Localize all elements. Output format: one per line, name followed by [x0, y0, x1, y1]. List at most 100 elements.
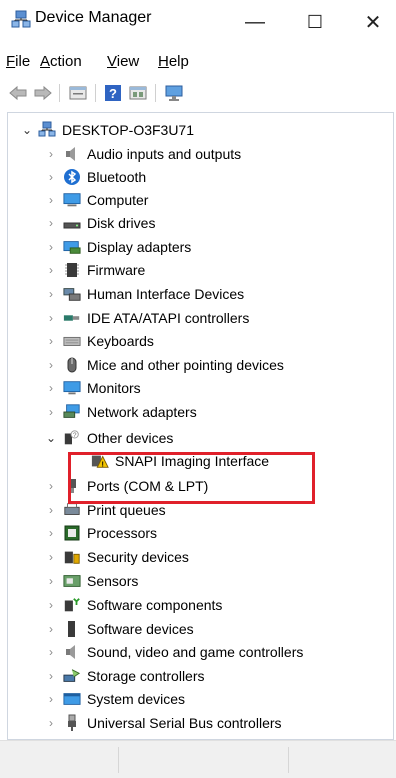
chevron-right-icon[interactable]: ›: [44, 479, 58, 493]
tree-item-processors[interactable]: › Processors: [44, 521, 157, 545]
tree-item-snapi-imaging-interface[interactable]: ! SNAPI Imaging Interface: [86, 449, 269, 473]
tree-root-label: DESKTOP-O3F3U71: [62, 122, 195, 138]
chevron-right-icon[interactable]: ›: [44, 645, 58, 659]
software-component-icon: [63, 596, 81, 614]
tree-item-sensors[interactable]: › Sensors: [44, 569, 138, 593]
tree-item-computer[interactable]: › Computer: [44, 188, 148, 212]
chevron-right-icon[interactable]: ›: [44, 574, 58, 588]
menu-file[interactable]: File: [6, 53, 30, 70]
chevron-right-icon[interactable]: ›: [44, 716, 58, 730]
chevron-right-icon[interactable]: ›: [44, 170, 58, 184]
chevron-right-icon[interactable]: ›: [44, 526, 58, 540]
chevron-right-icon[interactable]: ›: [44, 405, 58, 419]
maximize-button[interactable]: ☐: [292, 0, 338, 44]
tree-item-storage-controllers[interactable]: › Storage controllers: [44, 664, 205, 688]
forward-button[interactable]: [31, 82, 55, 104]
tree-item-keyboards[interactable]: › Keyboards: [44, 329, 154, 353]
disk-drive-icon: [63, 214, 81, 232]
network-adapter-icon: [63, 403, 81, 421]
tree-item-label: Mice and other pointing devices: [87, 357, 284, 373]
tree-item-software-components[interactable]: › Software components: [44, 593, 222, 617]
tree-item-label: System devices: [87, 691, 186, 707]
window-title: Device Manager: [35, 9, 152, 26]
chevron-right-icon[interactable]: ›: [44, 287, 58, 301]
unknown-device-icon: ?: [63, 429, 81, 447]
tree-item-print-queues[interactable]: › Print queues: [44, 498, 166, 522]
update-driver-icon: [129, 86, 147, 100]
menu-action[interactable]: Action: [40, 53, 82, 70]
firmware-icon: [63, 261, 81, 279]
menu-help[interactable]: Help: [158, 53, 189, 70]
help-button[interactable]: ?: [101, 82, 125, 104]
chevron-right-icon[interactable]: ›: [44, 334, 58, 348]
tree-item-label: Storage controllers: [87, 668, 205, 684]
tree-item-hid[interactable]: › Human Interface Devices: [44, 282, 244, 306]
close-button[interactable]: ✕: [350, 0, 396, 44]
tree-item-label: Sensors: [87, 573, 139, 589]
tree-item-software-devices[interactable]: › Software devices: [44, 617, 194, 641]
tree-item-disk-drives[interactable]: › Disk drives: [44, 211, 155, 235]
minimize-button[interactable]: —: [232, 0, 278, 44]
tree-item-system-devices[interactable]: › System devices: [44, 687, 185, 711]
chevron-right-icon[interactable]: ›: [44, 216, 58, 230]
properties-button[interactable]: [66, 82, 90, 104]
chevron-right-icon[interactable]: ›: [44, 311, 58, 325]
device-manager-icon: [10, 9, 32, 31]
tree-item-label: Bluetooth: [87, 169, 147, 185]
tree-item-label: Human Interface Devices: [87, 286, 245, 302]
tree-item-label: Keyboards: [87, 333, 154, 349]
speaker-icon: [63, 145, 81, 163]
chevron-right-icon[interactable]: ›: [44, 147, 58, 161]
chevron-right-icon[interactable]: ›: [44, 692, 58, 706]
chevron-right-icon[interactable]: ›: [44, 240, 58, 254]
security-device-icon: [63, 548, 81, 566]
svg-text:!: !: [101, 459, 103, 468]
scan-hardware-button[interactable]: [162, 82, 186, 104]
chevron-right-icon[interactable]: ›: [44, 622, 58, 636]
chevron-right-icon[interactable]: ›: [44, 263, 58, 277]
tree-item-display-adapters[interactable]: › Display adapters: [44, 235, 191, 259]
tree-item-ports[interactable]: › Ports (COM & LPT): [44, 474, 208, 498]
tree-item-label: Ports (COM & LPT): [87, 478, 209, 494]
tree-item-label: Other devices: [87, 430, 174, 446]
back-button[interactable]: [6, 82, 30, 104]
tree-item-bluetooth[interactable]: › Bluetooth: [44, 165, 146, 189]
tree-item-firmware[interactable]: › Firmware: [44, 258, 145, 282]
menu-bar: File Action View Help: [0, 44, 396, 74]
device-tree[interactable]: ⌄ DESKTOP-O3F3U71 › Audio inputs and out…: [7, 112, 394, 740]
chevron-right-icon[interactable]: ›: [44, 358, 58, 372]
tree-item-ide[interactable]: › IDE ATA/ATAPI controllers: [44, 306, 249, 330]
port-icon: [63, 477, 81, 495]
properties-icon: [69, 86, 87, 100]
update-driver-button[interactable]: [126, 82, 150, 104]
tree-item-monitors[interactable]: › Monitors: [44, 376, 141, 400]
tree-item-label: IDE ATA/ATAPI controllers: [87, 310, 250, 326]
chevron-right-icon[interactable]: ›: [44, 381, 58, 395]
toolbar-separator: [59, 84, 60, 102]
ide-controller-icon: [63, 309, 81, 327]
processor-icon: [63, 524, 81, 542]
tree-item-mice[interactable]: › Mice and other pointing devices: [44, 353, 284, 377]
tree-item-network-adapters[interactable]: › Network adapters: [44, 400, 197, 424]
menu-view[interactable]: View: [107, 53, 139, 70]
tree-root[interactable]: ⌄ DESKTOP-O3F3U71: [20, 118, 194, 142]
chevron-right-icon[interactable]: ›: [44, 193, 58, 207]
chevron-down-icon[interactable]: ⌄: [44, 431, 58, 445]
tree-item-audio[interactable]: › Audio inputs and outputs: [44, 142, 241, 166]
chevron-down-icon[interactable]: ⌄: [20, 123, 34, 137]
tree-item-other-devices[interactable]: ⌄ ? Other devices: [44, 426, 173, 450]
monitor-icon: [165, 85, 183, 101]
tree-item-label: Software components: [87, 597, 223, 613]
chevron-right-icon[interactable]: ›: [44, 503, 58, 517]
tree-item-label: Software devices: [87, 621, 194, 637]
chevron-right-icon[interactable]: ›: [44, 669, 58, 683]
tree-item-label: Audio inputs and outputs: [87, 146, 242, 162]
tree-item-label: Network adapters: [87, 404, 197, 420]
tree-item-usb-controllers[interactable]: › Universal Serial Bus controllers: [44, 711, 282, 735]
tree-item-sound-video-game[interactable]: › Sound, video and game controllers: [44, 640, 303, 664]
tree-item-security-devices[interactable]: › Security devices: [44, 545, 189, 569]
tree-item-label: SNAPI Imaging Interface: [115, 453, 270, 469]
chevron-right-icon[interactable]: ›: [44, 598, 58, 612]
chevron-right-icon[interactable]: ›: [44, 550, 58, 564]
tree-item-label: Print queues: [87, 502, 166, 518]
